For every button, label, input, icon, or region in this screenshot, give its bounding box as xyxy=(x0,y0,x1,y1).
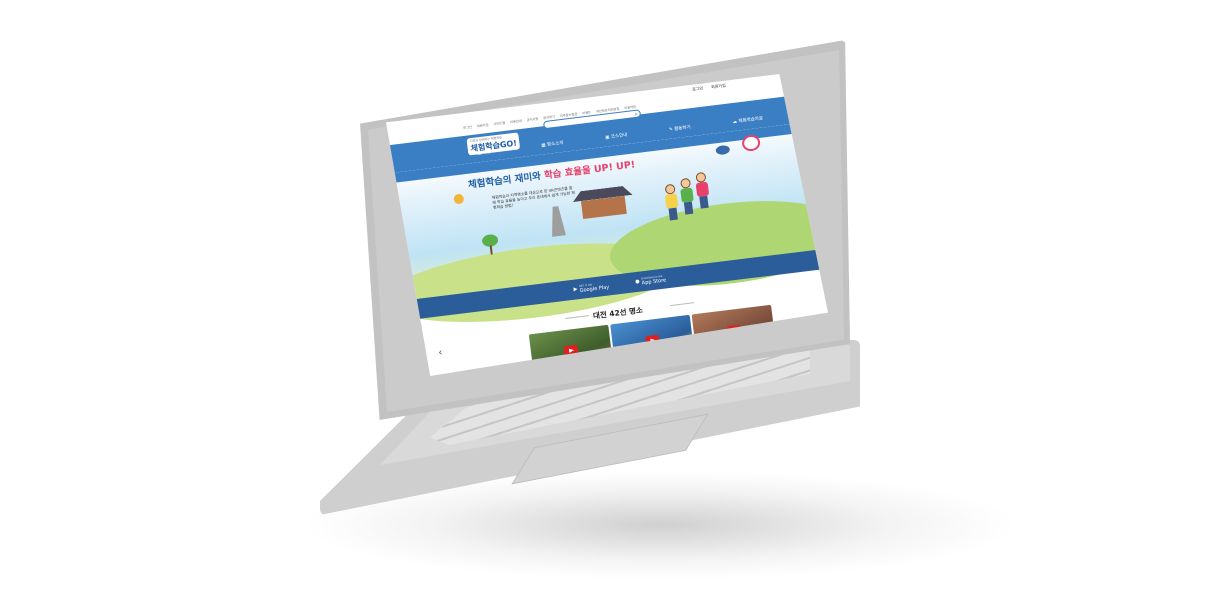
prev-arrow-icon[interactable]: ‹ xyxy=(438,347,443,358)
section-title: 대전 42선 명소 xyxy=(592,305,644,321)
signup-link[interactable]: 회원가입 xyxy=(711,83,726,91)
hanok-body xyxy=(580,195,627,220)
child-legs xyxy=(699,195,709,209)
play-store-icon: ▶ xyxy=(573,286,578,293)
store-text: Download on the App Store xyxy=(641,274,666,286)
utility-link[interactable]: 이용안내 xyxy=(510,118,523,129)
login-links: 로그인 회원가입 xyxy=(692,83,726,93)
utility-link[interactable]: 공지사항 xyxy=(526,116,539,127)
utility-link[interactable]: 사이트맵 xyxy=(493,120,506,131)
utility-link[interactable]: 로그인 xyxy=(463,124,473,135)
tree-illustration xyxy=(481,233,499,256)
utility-link[interactable]: 회원가입 xyxy=(476,122,489,133)
store-text: GET IT ON Google Play xyxy=(579,281,610,293)
search-icon[interactable]: ⌕ xyxy=(634,111,638,118)
apple-icon: ● xyxy=(634,278,640,286)
tree-trunk xyxy=(489,245,493,255)
section-divider xyxy=(565,315,590,319)
login-link[interactable]: 로그인 xyxy=(692,85,704,92)
child-legs xyxy=(668,207,678,221)
child-legs xyxy=(683,201,694,215)
laptop-scene: × 로그인 회원가입 사이트맵 이용안내 공지사항 문의하기 자주묻는질문 이벤… xyxy=(0,0,1226,590)
section-divider xyxy=(670,302,695,307)
